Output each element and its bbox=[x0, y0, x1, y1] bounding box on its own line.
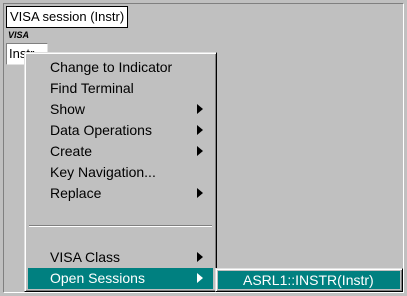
menu-item-label: Create bbox=[50, 143, 93, 159]
menu-item-change-to-indicator[interactable]: Change to Indicator bbox=[28, 57, 213, 78]
submenu-arrow-icon bbox=[197, 273, 203, 283]
submenu-arrow-icon bbox=[197, 146, 203, 156]
context-menu: Change to Indicator Find Terminal Show D… bbox=[24, 52, 217, 292]
menu-separator bbox=[29, 225, 212, 227]
menu-item-label: Show bbox=[50, 101, 86, 117]
submenu-item-asrl1-instr[interactable]: ASRL1::INSTR(Instr) bbox=[218, 271, 400, 289]
submenu-arrow-icon bbox=[197, 188, 203, 198]
menu-item-create[interactable]: Create bbox=[28, 141, 213, 162]
front-panel: VISA session (Instr) VISA Instr Change t… bbox=[0, 0, 407, 296]
menu-item-label: Replace bbox=[50, 185, 102, 201]
submenu-arrow-icon bbox=[197, 104, 203, 114]
visa-logo-icon: VISA bbox=[8, 30, 30, 40]
submenu-item-label: ASRL1::INSTR(Instr) bbox=[243, 272, 374, 288]
submenu-arrow-icon bbox=[197, 252, 203, 262]
session-control-label: VISA session (Instr) bbox=[6, 6, 129, 28]
menu-item-show[interactable]: Show bbox=[28, 99, 213, 120]
submenu-arrow-icon bbox=[197, 125, 203, 135]
menu-item-open-sessions[interactable]: Open Sessions bbox=[28, 268, 213, 289]
menu-item-find-terminal[interactable]: Find Terminal bbox=[28, 78, 213, 99]
open-sessions-submenu: ASRL1::INSTR(Instr) bbox=[215, 268, 403, 292]
menu-item-key-navigation[interactable]: Key Navigation... bbox=[28, 162, 213, 183]
menu-item-label: Change to Indicator bbox=[50, 59, 173, 75]
menu-item-label: Key Navigation... bbox=[50, 164, 156, 180]
menu-item-data-operations[interactable]: Data Operations bbox=[28, 120, 213, 141]
menu-item-label: Data Operations bbox=[50, 122, 152, 138]
menu-item-visa-class[interactable]: VISA Class bbox=[28, 247, 213, 268]
menu-item-replace[interactable]: Replace bbox=[28, 183, 213, 204]
menu-item-label: Find Terminal bbox=[50, 80, 134, 96]
menu-item-label: Open Sessions bbox=[50, 270, 145, 286]
menu-item-label: VISA Class bbox=[50, 249, 121, 265]
